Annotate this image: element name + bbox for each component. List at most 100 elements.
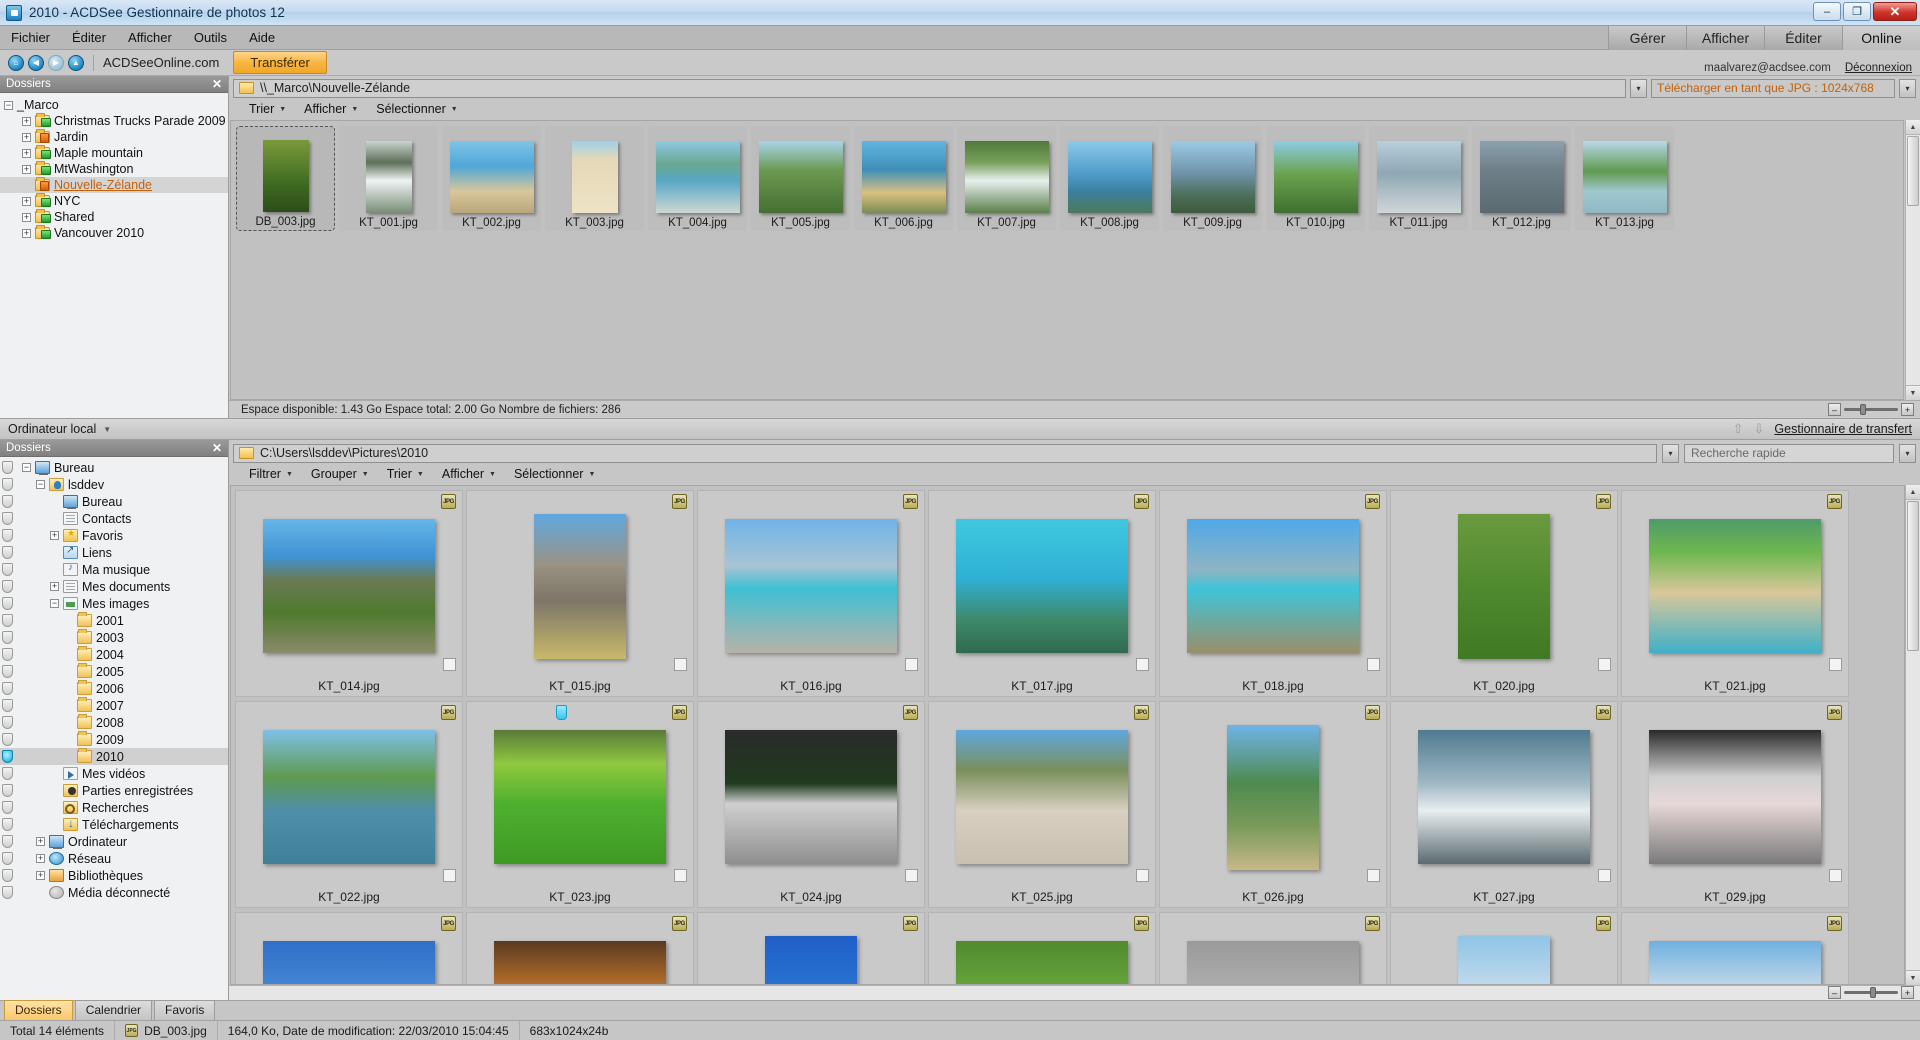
selection-checkbox[interactable] [674,658,687,671]
sync-shield-icon[interactable] [2,495,13,508]
collapse-toggle[interactable]: − [36,480,45,489]
sync-shield-icon[interactable] [2,461,13,474]
online-thumbnail-cell[interactable]: DB_003.jpg [236,126,335,231]
search-dropdown[interactable]: ▾ [1899,443,1916,463]
tab-favoris[interactable]: Favoris [154,1000,216,1020]
local-tree-item[interactable]: Média déconnecté [0,884,228,901]
menu-afficher[interactable]: Afficher [117,27,183,48]
local-thumbnail-cell[interactable]: JPG KT_017.jpg [928,490,1156,697]
expand-toggle[interactable]: + [22,212,31,222]
sync-shield-icon[interactable] [2,563,13,576]
selection-checkbox[interactable] [443,658,456,671]
local-sort-menu[interactable]: Trier ▼ [379,465,432,483]
online-thumbnail-cell[interactable]: KT_010.jpg [1266,126,1365,231]
online-thumbnail-cell[interactable]: KT_004.jpg [648,126,747,231]
online-thumbnail-cell[interactable]: KT_005.jpg [751,126,850,231]
online-thumbnail-cell[interactable]: KT_003.jpg [545,126,644,231]
sync-shield-icon[interactable] [2,580,13,593]
sync-shield-icon[interactable] [2,733,13,746]
download-format-select[interactable]: Télécharger en tant que JPG : 1024x768 [1651,78,1895,98]
online-tree-item[interactable]: + Shared [0,209,228,225]
restore-button[interactable]: ❐ [1843,2,1871,21]
local-address-field[interactable]: C:\Users\lsddev\Pictures\2010 [233,443,1657,463]
online-tree-item[interactable]: + Jardin [0,129,228,145]
online-thumbnail-cell[interactable]: KT_002.jpg [442,126,541,231]
local-tree-item[interactable]: 2007 [0,697,228,714]
sync-shield-icon[interactable] [2,784,13,797]
online-thumbnail-cell[interactable]: KT_009.jpg [1163,126,1262,231]
local-tree-item[interactable]: + Favoris [0,527,228,544]
expand-toggle[interactable]: + [36,871,45,880]
minimize-button[interactable]: – [1813,2,1841,21]
down-arrow-icon[interactable]: ⇩ [1754,421,1765,437]
online-scrollbar[interactable]: ▲ ▼ [1905,120,1920,400]
local-thumbnail-cell[interactable]: JPG [235,912,463,984]
local-thumbnail-cell[interactable]: JPG [1621,912,1849,984]
local-thumbnail-cell[interactable]: JPG KT_015.jpg [466,490,694,697]
online-select-menu[interactable]: Sélectionner ▼ [368,100,465,118]
local-thumbnail-cell[interactable]: JPG [928,912,1156,984]
online-tree-item[interactable]: + Maple mountain [0,145,228,161]
collapse-toggle[interactable]: − [22,463,31,472]
local-tree-item[interactable]: + Réseau [0,850,228,867]
scroll-down-icon[interactable]: ▼ [1906,385,1920,400]
online-address-dropdown[interactable]: ▾ [1630,78,1647,98]
tab-dossiers[interactable]: Dossiers [4,1000,73,1020]
local-tree-item[interactable]: + Bibliothèques [0,867,228,884]
transfer-button[interactable]: Transférer [233,51,327,74]
up-icon[interactable]: ▲ [68,54,84,71]
online-thumbnail-cell[interactable]: KT_001.jpg [339,126,438,231]
expand-toggle[interactable]: + [50,582,59,591]
home-icon[interactable]: ⌂ [8,54,24,71]
sync-shield-icon[interactable] [2,648,13,661]
local-thumbnail-cell[interactable]: JPG KT_014.jpg [235,490,463,697]
scroll-up-icon[interactable]: ▲ [1906,485,1920,500]
local-thumbnail-cell[interactable]: JPG KT_016.jpg [697,490,925,697]
online-tree-item[interactable]: + Vancouver 2010 [0,225,228,241]
local-tree-item[interactable]: − lsddev [0,476,228,493]
local-thumbnail-cell[interactable]: JPG [697,912,925,984]
selection-checkbox[interactable] [1598,869,1611,882]
expand-toggle[interactable]: + [50,531,59,540]
back-icon[interactable]: ◀ [28,54,44,71]
local-thumbnail-cell[interactable]: JPG KT_020.jpg [1390,490,1618,697]
mode-tab-online[interactable]: Online [1842,26,1920,50]
transfer-manager-link[interactable]: Gestionnaire de transfert [1774,422,1912,436]
selection-checkbox[interactable] [1367,658,1380,671]
local-tree-item[interactable]: 2005 [0,663,228,680]
sync-shield-icon[interactable] [2,529,13,542]
selection-checkbox[interactable] [905,869,918,882]
sync-shield-icon[interactable] [2,869,13,882]
zoom-in-button[interactable]: + [1901,403,1914,416]
scroll-up-icon[interactable]: ▲ [1906,120,1920,135]
selection-checkbox[interactable] [1367,869,1380,882]
local-scrollbar[interactable]: ▲ ▼ [1905,485,1920,985]
local-thumbnail-cell[interactable]: JPG KT_018.jpg [1159,490,1387,697]
expand-toggle[interactable]: + [22,132,31,142]
sync-shield-icon[interactable] [2,767,13,780]
zoom-slider[interactable] [1844,987,1898,998]
online-thumbnail-cell[interactable]: KT_011.jpg [1369,126,1468,231]
local-select-menu[interactable]: Sélectionner ▼ [506,465,603,483]
local-tree-item[interactable]: − Bureau [0,459,228,476]
sync-shield-icon[interactable] [2,801,13,814]
up-arrow-icon[interactable]: ⇧ [1733,421,1744,437]
online-tree-item[interactable]: Nouvelle-Zélande [0,177,228,193]
zoom-in-button[interactable]: + [1901,986,1914,999]
zoom-slider[interactable] [1844,404,1898,415]
local-tree-item[interactable]: Bureau [0,493,228,510]
local-tree-item[interactable]: + Mes documents [0,578,228,595]
expand-toggle[interactable]: + [22,116,31,126]
tree-root-marco[interactable]: − _Marco [0,97,228,113]
online-thumbnail-cell[interactable]: KT_013.jpg [1575,126,1674,231]
local-thumbnail-cell[interactable]: JPG KT_021.jpg [1621,490,1849,697]
close-button[interactable]: ✕ [1873,2,1917,21]
expand-toggle[interactable]: + [36,854,45,863]
local-thumbnail-cell[interactable]: JPG KT_024.jpg [697,701,925,908]
local-tree-item[interactable]: Ma musique [0,561,228,578]
expand-toggle[interactable]: + [22,228,31,238]
online-thumbnail-cell[interactable]: KT_007.jpg [957,126,1056,231]
sync-shield-icon[interactable] [2,614,13,627]
sync-shield-icon[interactable] [2,818,13,831]
sync-shield-icon[interactable] [2,546,13,559]
